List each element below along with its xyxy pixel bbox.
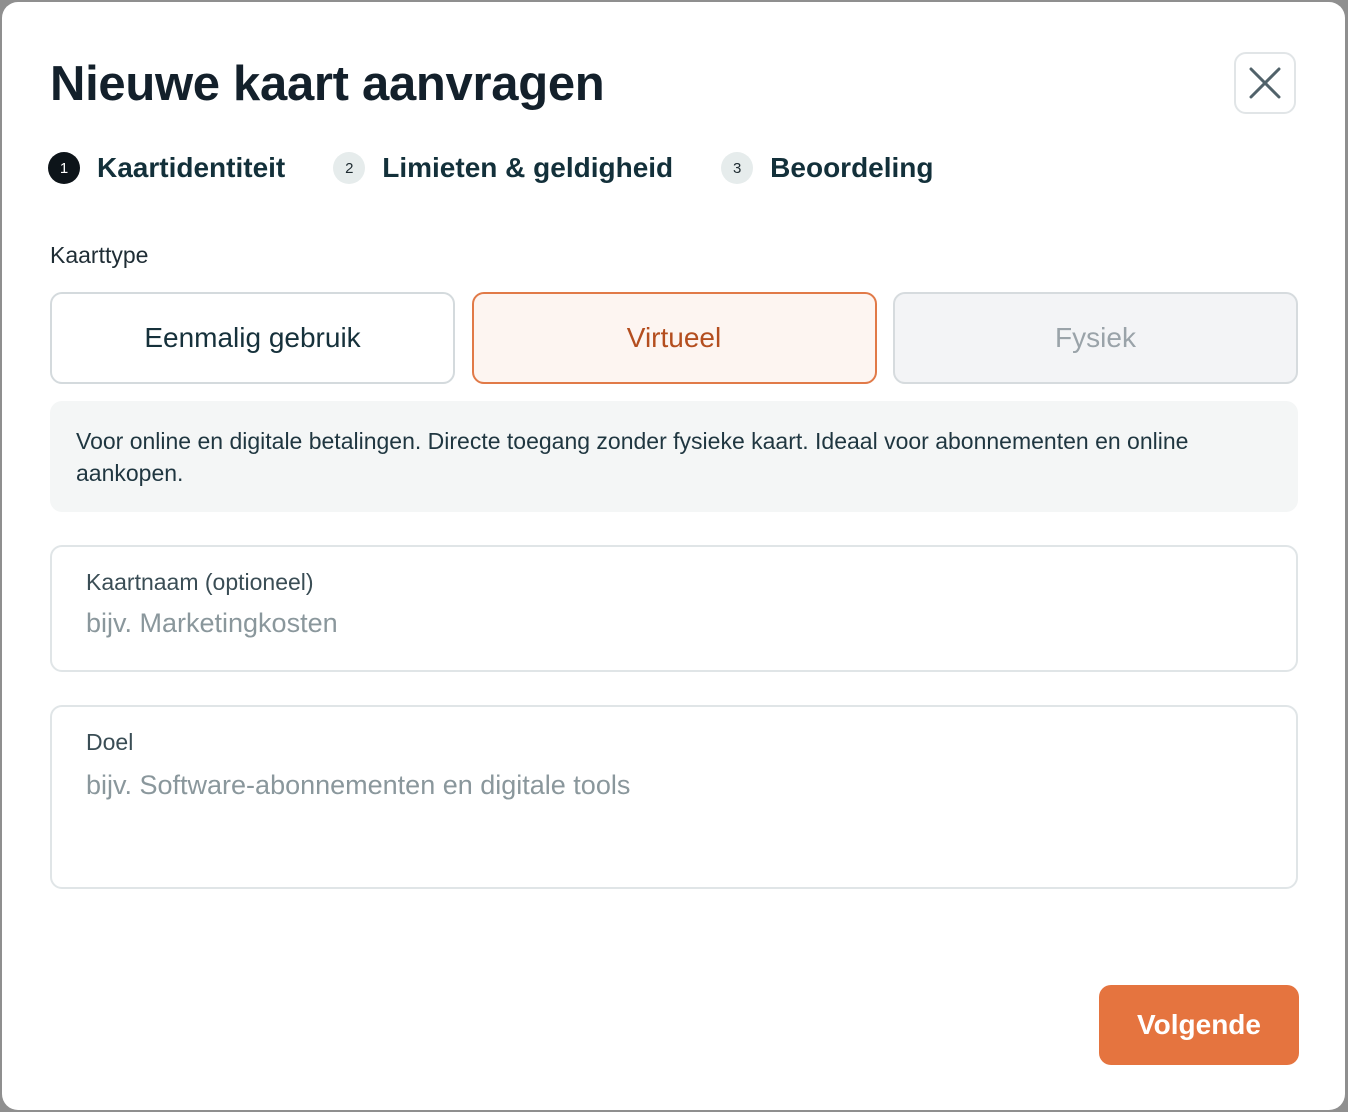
step-label: Beoordeling <box>770 152 934 183</box>
card-name-label: Kaartnaam (optioneel) <box>86 569 314 595</box>
step-number: 2 <box>333 152 366 184</box>
dialog-title: Nieuwe kaart aanvragen <box>50 57 605 111</box>
card-type-label: Kaarttype <box>50 242 149 268</box>
purpose-label: Doel <box>86 729 134 755</box>
card-name-input[interactable] <box>86 608 1262 639</box>
step-limits-validity[interactable]: 2 Limieten & geldigheid <box>333 152 673 184</box>
step-number: 3 <box>721 152 754 184</box>
next-button[interactable]: Volgende <box>1099 985 1299 1065</box>
step-label: Kaartidentiteit <box>97 152 286 183</box>
close-icon <box>1248 66 1282 100</box>
card-type-physical: Fysiek <box>893 292 1298 384</box>
close-button[interactable] <box>1234 52 1296 114</box>
card-type-single-use[interactable]: Eenmalig gebruik <box>50 292 455 384</box>
step-label: Limieten & geldigheid <box>382 152 674 183</box>
card-type-selector: Eenmalig gebruik Virtueel Fysiek <box>50 292 1298 384</box>
purpose-input[interactable] <box>86 768 1262 848</box>
step-number: 1 <box>48 152 80 184</box>
card-name-field[interactable]: Kaartnaam (optioneel) <box>50 545 1298 672</box>
card-type-virtual[interactable]: Virtueel <box>471 292 877 384</box>
stepper: 1 Kaartidentiteit 2 Limieten & geldighei… <box>48 148 982 188</box>
step-card-identity[interactable]: 1 Kaartidentiteit <box>48 152 285 184</box>
card-type-description: Voor online en digitale betalingen. Dire… <box>50 401 1298 512</box>
new-card-dialog: Nieuwe kaart aanvragen 1 Kaartidentiteit… <box>2 2 1345 1110</box>
purpose-field[interactable]: Doel <box>50 705 1298 889</box>
step-review[interactable]: 3 Beoordeling <box>721 152 934 184</box>
